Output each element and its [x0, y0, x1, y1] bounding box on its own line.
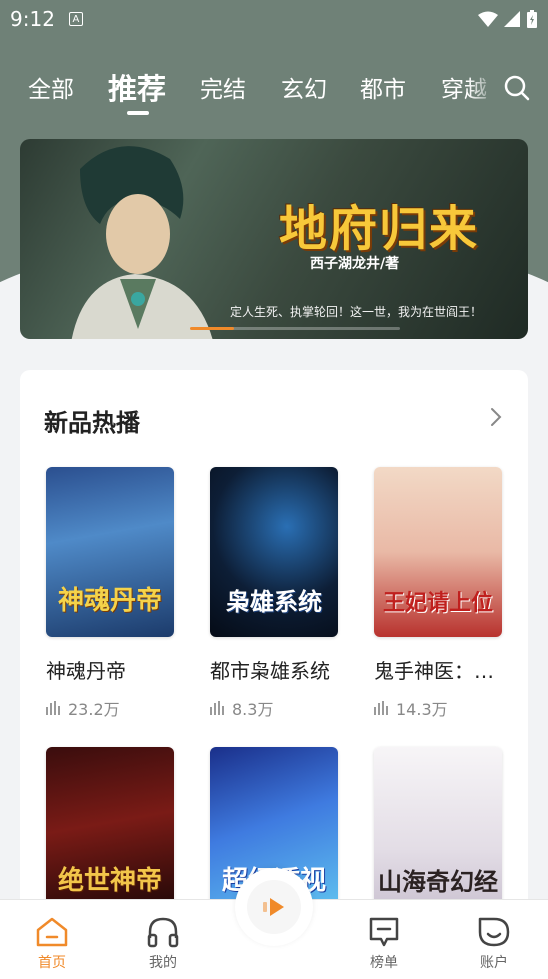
nav-home[interactable]: 首页 — [22, 916, 82, 972]
tab-indicator — [127, 111, 149, 115]
notification-icon: A — [68, 12, 83, 26]
book-item[interactable]: 王妃请上位 鬼手神医：… 14.3万 — [374, 467, 502, 720]
banner-pager — [190, 327, 400, 330]
book-plays-count: 23.2万 — [68, 700, 120, 719]
book-item[interactable]: 枭雄系统 都市枭雄系统 8.3万 — [210, 467, 338, 720]
book-cover-title: 绝世神帝 — [57, 866, 162, 896]
section-title: 新品热播 — [44, 409, 140, 437]
nav-ranking-label: 榜单 — [370, 955, 398, 971]
status-bar: 9:12 A — [0, 0, 548, 38]
tab-fantasy[interactable]: 玄幻 — [281, 70, 327, 104]
book-plays: 23.2万 — [46, 696, 174, 720]
signal-icon — [504, 11, 520, 27]
status-time: 9:12 — [10, 7, 55, 31]
tab-urban[interactable]: 都市 — [360, 70, 406, 104]
book-title: 都市枭雄系统 — [210, 659, 330, 683]
banner-title: 地府归来 — [278, 201, 479, 257]
wifi-icon — [478, 11, 498, 27]
book-title: 鬼手神医：… — [374, 659, 494, 683]
headphones-icon — [147, 917, 179, 948]
banner-character-image — [71, 146, 213, 339]
nav-mine[interactable]: 我的 — [133, 916, 193, 972]
book-item[interactable]: 神魂丹帝 神魂丹帝 23.2万 — [46, 467, 174, 720]
book-cover: 绝世神帝 — [46, 747, 174, 917]
player-button-inner — [247, 880, 301, 934]
book-plays-count: 8.3万 — [232, 700, 274, 719]
player-button[interactable] — [235, 868, 313, 946]
book-cover-title: 枭雄系统 — [226, 587, 322, 616]
book-cover-title: 王妃请上位 — [382, 590, 493, 616]
book-cover: 神魂丹帝 — [46, 467, 174, 637]
book-title: 神魂丹帝 — [46, 659, 126, 683]
nav-ranking[interactable]: 榜单 — [354, 916, 414, 972]
banner-pager-active — [190, 327, 234, 330]
chevron-right-icon[interactable] — [488, 406, 504, 428]
home-icon — [36, 917, 68, 947]
book-cover: 山海奇幻经 — [374, 747, 502, 917]
bar-chart-icon — [46, 701, 60, 715]
book-plays-count: 14.3万 — [396, 700, 448, 719]
book-cover-title: 山海奇幻经 — [378, 867, 498, 896]
category-tabs: 全部 推荐 完结 玄幻 都市 穿越 — [0, 60, 548, 120]
nav-mine-label: 我的 — [149, 955, 177, 971]
search-icon[interactable] — [504, 75, 530, 101]
nav-account-label: 账户 — [480, 955, 508, 971]
banner-author: 西子湖龙井/著 — [310, 256, 400, 272]
tab-completed[interactable]: 完结 — [200, 70, 246, 104]
nav-account[interactable]: 账户 — [464, 916, 524, 972]
book-cover-title: 神魂丹帝 — [57, 586, 162, 616]
tab-recommend[interactable]: 推荐 — [108, 66, 166, 108]
smiley-icon — [478, 917, 510, 947]
ranking-icon — [369, 917, 399, 947]
battery-icon — [527, 10, 537, 28]
book-cover: 王妃请上位 — [374, 467, 502, 637]
book-plays: 14.3万 — [374, 696, 502, 720]
nav-home-label: 首页 — [38, 955, 66, 971]
promo-banner[interactable]: 地府归来 西子湖龙井/著 定人生死、执掌轮回！这一世，我为在世阎王！ — [20, 139, 528, 339]
tabs-fade — [468, 60, 498, 120]
bar-chart-icon — [210, 701, 224, 715]
banner-slogan: 定人生死、执掌轮回！这一世，我为在世阎王！ — [230, 305, 483, 319]
bar-chart-icon — [374, 701, 388, 715]
book-plays: 8.3万 — [210, 696, 338, 720]
play-icon — [263, 898, 284, 916]
book-item[interactable]: 绝世神帝 — [46, 747, 174, 917]
book-cover: 枭雄系统 — [210, 467, 338, 637]
tab-all[interactable]: 全部 — [28, 70, 74, 104]
book-item[interactable]: 山海奇幻经 — [374, 747, 502, 917]
